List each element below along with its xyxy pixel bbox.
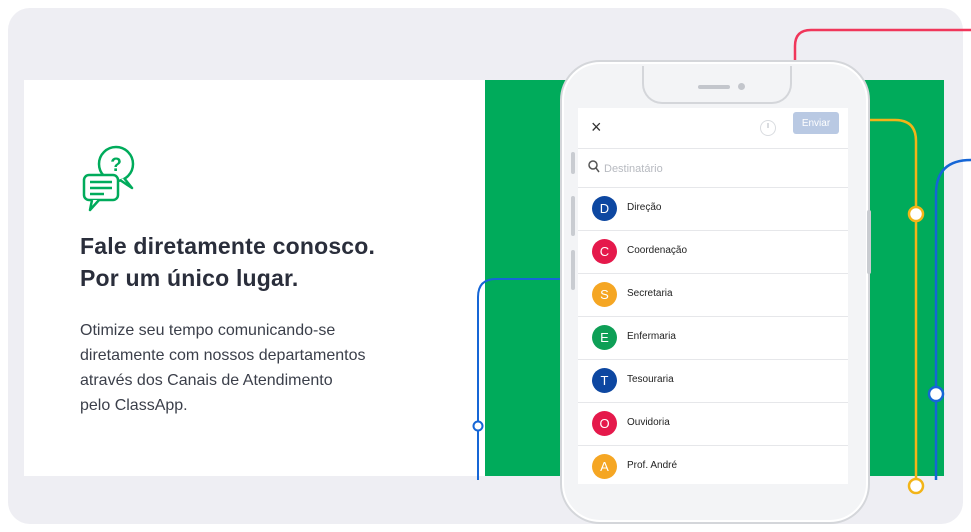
phone-side-button bbox=[571, 152, 575, 174]
avatar: A bbox=[592, 454, 617, 479]
recipient-item-ouvidoria[interactable]: O Ouvidoria bbox=[578, 403, 848, 446]
description-line-2: diretamente com nossos departamentos bbox=[80, 347, 366, 364]
avatar: D bbox=[592, 196, 617, 221]
avatar: O bbox=[592, 411, 617, 436]
info-section: ? Fale diretamente conosco. Por um único… bbox=[24, 80, 484, 476]
phone-camera bbox=[738, 83, 745, 90]
avatar: T bbox=[592, 368, 617, 393]
avatar: E bbox=[592, 325, 617, 350]
recipient-item-secretaria[interactable]: S Secretaria bbox=[578, 274, 848, 317]
description: Otimize seu tempo comunicando-se diretam… bbox=[80, 318, 480, 418]
chat-question-icon: ? bbox=[82, 145, 135, 212]
compose-toolbar: × Enviar bbox=[578, 108, 848, 149]
recipient-search bbox=[578, 149, 848, 188]
phone-side-button bbox=[867, 210, 871, 274]
headline-line-1: Fale diretamente conosco. bbox=[80, 233, 376, 259]
description-line-1: Otimize seu tempo comunicando-se bbox=[80, 322, 336, 339]
recipient-item-direcao[interactable]: D Direção bbox=[578, 188, 848, 231]
clock-icon[interactable] bbox=[760, 120, 776, 136]
phone-side-button bbox=[571, 196, 575, 236]
avatar: S bbox=[592, 282, 617, 307]
svg-text:?: ? bbox=[110, 155, 122, 176]
recipient-label: Enfermaria bbox=[627, 331, 676, 342]
phone-speaker bbox=[698, 85, 730, 89]
recipient-item-coordenacao[interactable]: C Coordenação bbox=[578, 231, 848, 274]
headline-line-2: Por um único lugar. bbox=[80, 265, 299, 291]
recipient-label: Secretaria bbox=[627, 288, 673, 299]
recipient-label: Tesouraria bbox=[627, 374, 674, 385]
description-line-4: pelo ClassApp. bbox=[80, 397, 188, 414]
send-button[interactable]: Enviar bbox=[793, 112, 839, 134]
close-icon[interactable]: × bbox=[591, 117, 602, 138]
avatar: C bbox=[592, 239, 617, 264]
phone-side-button bbox=[571, 250, 575, 290]
recipient-item-enfermaria[interactable]: E Enfermaria bbox=[578, 317, 848, 360]
headline: Fale diretamente conosco. Por um único l… bbox=[80, 230, 375, 294]
recipient-search-input[interactable] bbox=[602, 158, 836, 180]
recipient-label: Direção bbox=[627, 202, 662, 213]
recipient-label: Ouvidoria bbox=[627, 417, 670, 428]
recipient-item-prof-andre[interactable]: A Prof. André bbox=[578, 446, 848, 484]
recipient-label: Coordenação bbox=[627, 245, 688, 256]
description-line-3: através dos Canais de Atendimento bbox=[80, 372, 333, 389]
recipient-item-tesouraria[interactable]: T Tesouraria bbox=[578, 360, 848, 403]
recipient-label: Prof. André bbox=[627, 460, 678, 471]
search-icon bbox=[588, 160, 600, 173]
recipient-list: D Direção C Coordenação S Secretaria E E… bbox=[578, 188, 848, 484]
phone-screen: × Enviar D Direção C Coordenação S Secre… bbox=[578, 108, 848, 484]
